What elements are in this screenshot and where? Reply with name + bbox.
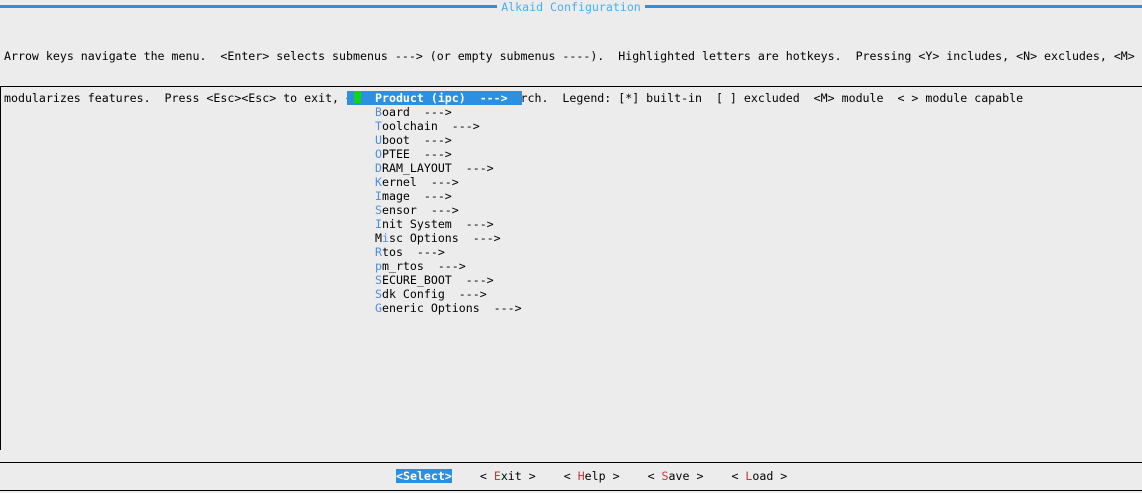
exit-button[interactable]: < Exit > bbox=[480, 469, 536, 483]
menu-item[interactable]: SECURE_BOOT ---> bbox=[347, 273, 522, 287]
menu-item[interactable]: Kernel ---> bbox=[347, 175, 522, 189]
menu-item-hotkey: S bbox=[375, 287, 382, 301]
menu-item[interactable]: Generic Options ---> bbox=[347, 301, 522, 315]
button-label: < bbox=[396, 469, 403, 483]
menu-item-hotkey: P bbox=[375, 91, 382, 105]
menu-item-label: tos ---> bbox=[381, 245, 445, 259]
menu-item-label: ensor ---> bbox=[381, 203, 459, 217]
menu-list: Product (ipc) ---> Board ---> Toolchain --… bbox=[347, 91, 522, 315]
menu-item-label: oard ---> bbox=[381, 105, 452, 119]
menu-item-label: RAM_LAYOUT ---> bbox=[381, 161, 494, 175]
button-hotkey: S bbox=[402, 469, 410, 483]
button-label: ave > bbox=[668, 469, 704, 483]
menu-item[interactable]: Misc Options ---> bbox=[347, 231, 522, 245]
button-label: < bbox=[731, 469, 746, 483]
menu-box bbox=[0, 86, 1142, 450]
button-hotkey: H bbox=[577, 469, 585, 483]
bottom-border bbox=[0, 490, 1142, 491]
menu-item-label: roduct (ipc) ---> bbox=[381, 91, 508, 105]
menu-item-label: eneric Options ---> bbox=[381, 301, 522, 315]
menu-item-hotkey: O bbox=[375, 147, 382, 161]
help-button[interactable]: < Help > bbox=[564, 469, 620, 483]
menu-item-label: ECURE_BOOT ---> bbox=[381, 273, 494, 287]
button-separator bbox=[0, 462, 1142, 463]
button-bar: <Select> < Exit > < Help > < Save > < Load > bbox=[396, 469, 787, 483]
menu-item-hotkey: K bbox=[375, 175, 382, 189]
help-line: Arrow keys navigate the menu. <Enter> se… bbox=[4, 49, 1135, 63]
button-label: oad > bbox=[752, 469, 788, 483]
button-hotkey: E bbox=[493, 469, 501, 483]
load-button[interactable]: < Load > bbox=[731, 469, 787, 483]
button-label: < bbox=[563, 469, 578, 483]
menu-item-hotkey: I bbox=[375, 217, 382, 231]
menu-item-hotkey: I bbox=[375, 189, 382, 203]
save-button[interactable]: < Save > bbox=[648, 469, 704, 483]
button-label: xit > bbox=[500, 469, 536, 483]
menu-item-hotkey: p bbox=[375, 259, 382, 273]
menu-item-hotkey: i bbox=[381, 231, 389, 245]
menu-item-hotkey: R bbox=[375, 245, 382, 259]
menu-item-label: nit System ---> bbox=[381, 217, 494, 231]
menu-item-label: sc Options ---> bbox=[388, 231, 501, 245]
menu-item[interactable]: Toolchain ---> bbox=[347, 119, 522, 133]
menu-item[interactable]: Sensor ---> bbox=[347, 203, 522, 217]
button-label: elect> bbox=[409, 469, 452, 483]
menu-item-label: boot ---> bbox=[381, 133, 452, 147]
menu-item-hotkey: U bbox=[375, 133, 382, 147]
menu-item-hotkey: S bbox=[375, 273, 382, 287]
button-hotkey: S bbox=[661, 469, 669, 483]
menu-item-label: m_rtos ---> bbox=[381, 259, 466, 273]
menu-item-label: PTEE ---> bbox=[381, 147, 452, 161]
menu-item-hotkey: T bbox=[375, 119, 382, 133]
menu-item-label: oolchain ---> bbox=[381, 119, 480, 133]
menu-item[interactable]: Board ---> bbox=[347, 105, 522, 119]
menu-item-hotkey: S bbox=[375, 203, 382, 217]
window-title: Alkaid Configuration bbox=[497, 0, 645, 14]
cursor-block bbox=[354, 91, 361, 103]
menu-item-label: mage ---> bbox=[381, 189, 452, 203]
menu-item[interactable]: Image ---> bbox=[347, 189, 522, 203]
menu-item[interactable]: Init System ---> bbox=[347, 217, 522, 231]
menu-item[interactable]: OPTEE ---> bbox=[347, 147, 522, 161]
button-label: elp > bbox=[584, 469, 620, 483]
menu-item-label: M bbox=[375, 231, 382, 245]
menu-item[interactable]: Sdk Config ---> bbox=[347, 287, 522, 301]
select-button[interactable]: <Select> bbox=[396, 469, 452, 483]
window-title-bar: Alkaid Configuration bbox=[0, 0, 1142, 14]
menu-item[interactable]: Product (ipc) ---> bbox=[347, 91, 522, 105]
button-label: < bbox=[647, 469, 662, 483]
menu-item[interactable]: Rtos ---> bbox=[347, 245, 522, 259]
menu-item-label: dk Config ---> bbox=[381, 287, 487, 301]
menu-item-hotkey: B bbox=[375, 105, 382, 119]
menu-item-label: ernel ---> bbox=[381, 175, 459, 189]
menu-item-hotkey: D bbox=[375, 161, 382, 175]
menu-item[interactable]: Uboot ---> bbox=[347, 133, 522, 147]
menu-item[interactable]: pm_rtos ---> bbox=[347, 259, 522, 273]
menu-item[interactable]: DRAM_LAYOUT ---> bbox=[347, 161, 522, 175]
menu-item-hotkey: G bbox=[375, 301, 382, 315]
button-label: < bbox=[479, 469, 494, 483]
